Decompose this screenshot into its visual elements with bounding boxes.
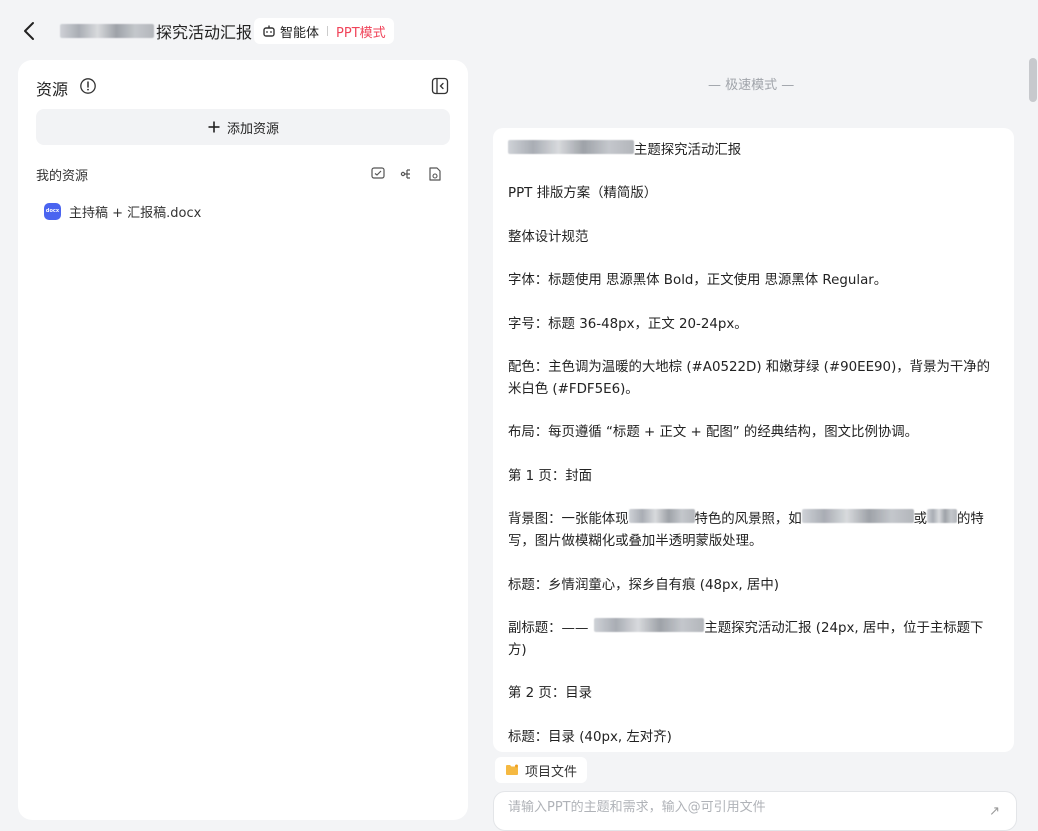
top-bar: 探究活动汇报 智能体 PPT模式 [0, 0, 1038, 60]
redacted-text [508, 140, 634, 154]
project-files-label: 项目文件 [525, 764, 578, 780]
folder-icon [506, 764, 518, 775]
panel-title: 资源 [36, 80, 69, 99]
document-title[interactable]: 探究活动汇报 [60, 20, 252, 42]
paragraph: 背景图：一张能体现 特色的风景照，如或的特写，图片做模糊化或叠加半透明蒙版处理。 [508, 509, 1000, 553]
scrollbar-thumb[interactable] [1029, 58, 1037, 102]
speed-mode-label: — 极速模式 — [708, 78, 795, 93]
redacted-text [628, 509, 695, 524]
paragraph: 标题：目录 (40px, 左对齐) [508, 729, 672, 745]
agent-label: 智能体 [280, 25, 320, 41]
paragraph: 整体设计规范 [508, 229, 589, 245]
my-resources-heading: 我的资源 [36, 169, 89, 184]
add-resource-label: 添加资源 [226, 121, 279, 137]
robot-icon [263, 25, 275, 37]
ppt-outline-card: 主题探究活动汇报 PPT 排版方案（精简版） 整体设计规范 字体：标题使用 思源… [493, 128, 1014, 752]
divider [327, 26, 329, 36]
ppt-outline-text: 主题探究活动汇报 PPT 排版方案（精简版） 整体设计规范 字体：标题使用 思源… [508, 140, 1000, 752]
file-name: 主持稿 + 汇报稿.docx [69, 205, 202, 221]
info-icon[interactable] [79, 77, 97, 95]
collapse-panel-icon[interactable] [431, 77, 449, 95]
redacted-text [594, 617, 705, 632]
ppt-mode-label: PPT模式 [336, 25, 386, 41]
paragraph: 副标题：—— 主题探究活动汇报 (24px, 居中，位于主标题下方) [508, 617, 1000, 662]
redacted-text [801, 509, 914, 524]
paragraph: 配色：主色调为温暖的大地棕 (#A0522D) 和嫩芽绿 (#90EE90)，背… [508, 359, 991, 397]
plus-icon [208, 121, 220, 133]
chat-icon[interactable] [370, 166, 386, 182]
paragraph: 标题：乡情润童心，探乡自有痕 (48px, 居中) [508, 577, 779, 593]
prompt-input-box[interactable]: ↗ [493, 791, 1017, 831]
paragraph: 字号：标题 36-48px，正文 20-24px。 [508, 316, 748, 332]
add-resource-button[interactable]: 添加资源 [36, 109, 450, 145]
document-title-text: 探究活动汇报 [156, 23, 253, 42]
paragraph: 主题探究活动汇报 [508, 140, 1000, 162]
paragraph: PPT 排版方案（精简版） [508, 186, 658, 202]
paragraph: 第 1 页：封面 [508, 468, 592, 484]
send-icon[interactable]: ↗ [989, 804, 1000, 819]
paragraph: 布局：每页遵循 “标题 + 正文 + 配图” 的经典结构，图文比例协调。 [508, 425, 919, 441]
redacted-text [60, 24, 154, 38]
document-icon[interactable] [427, 166, 443, 182]
back-button[interactable] [20, 20, 38, 42]
paragraph: 字体：标题使用 思源黑体 Bold，正文使用 思源黑体 Regular。 [508, 273, 888, 289]
project-files-button[interactable]: 项目文件 [495, 757, 588, 783]
redacted-text [927, 509, 958, 524]
prompt-input[interactable] [508, 800, 958, 815]
docx-icon: docx [44, 202, 61, 220]
paragraph: 第 2 页：目录 [508, 686, 592, 702]
resources-panel: 资源 添加资源 我的资源 docx 主持稿 + 汇报稿.docx [18, 60, 468, 820]
chevron-left-icon [24, 22, 34, 40]
mindmap-icon[interactable] [399, 166, 415, 182]
agent-mode-tag[interactable]: 智能体 PPT模式 [254, 18, 394, 44]
list-item[interactable]: docx 主持稿 + 汇报稿.docx [36, 198, 450, 224]
